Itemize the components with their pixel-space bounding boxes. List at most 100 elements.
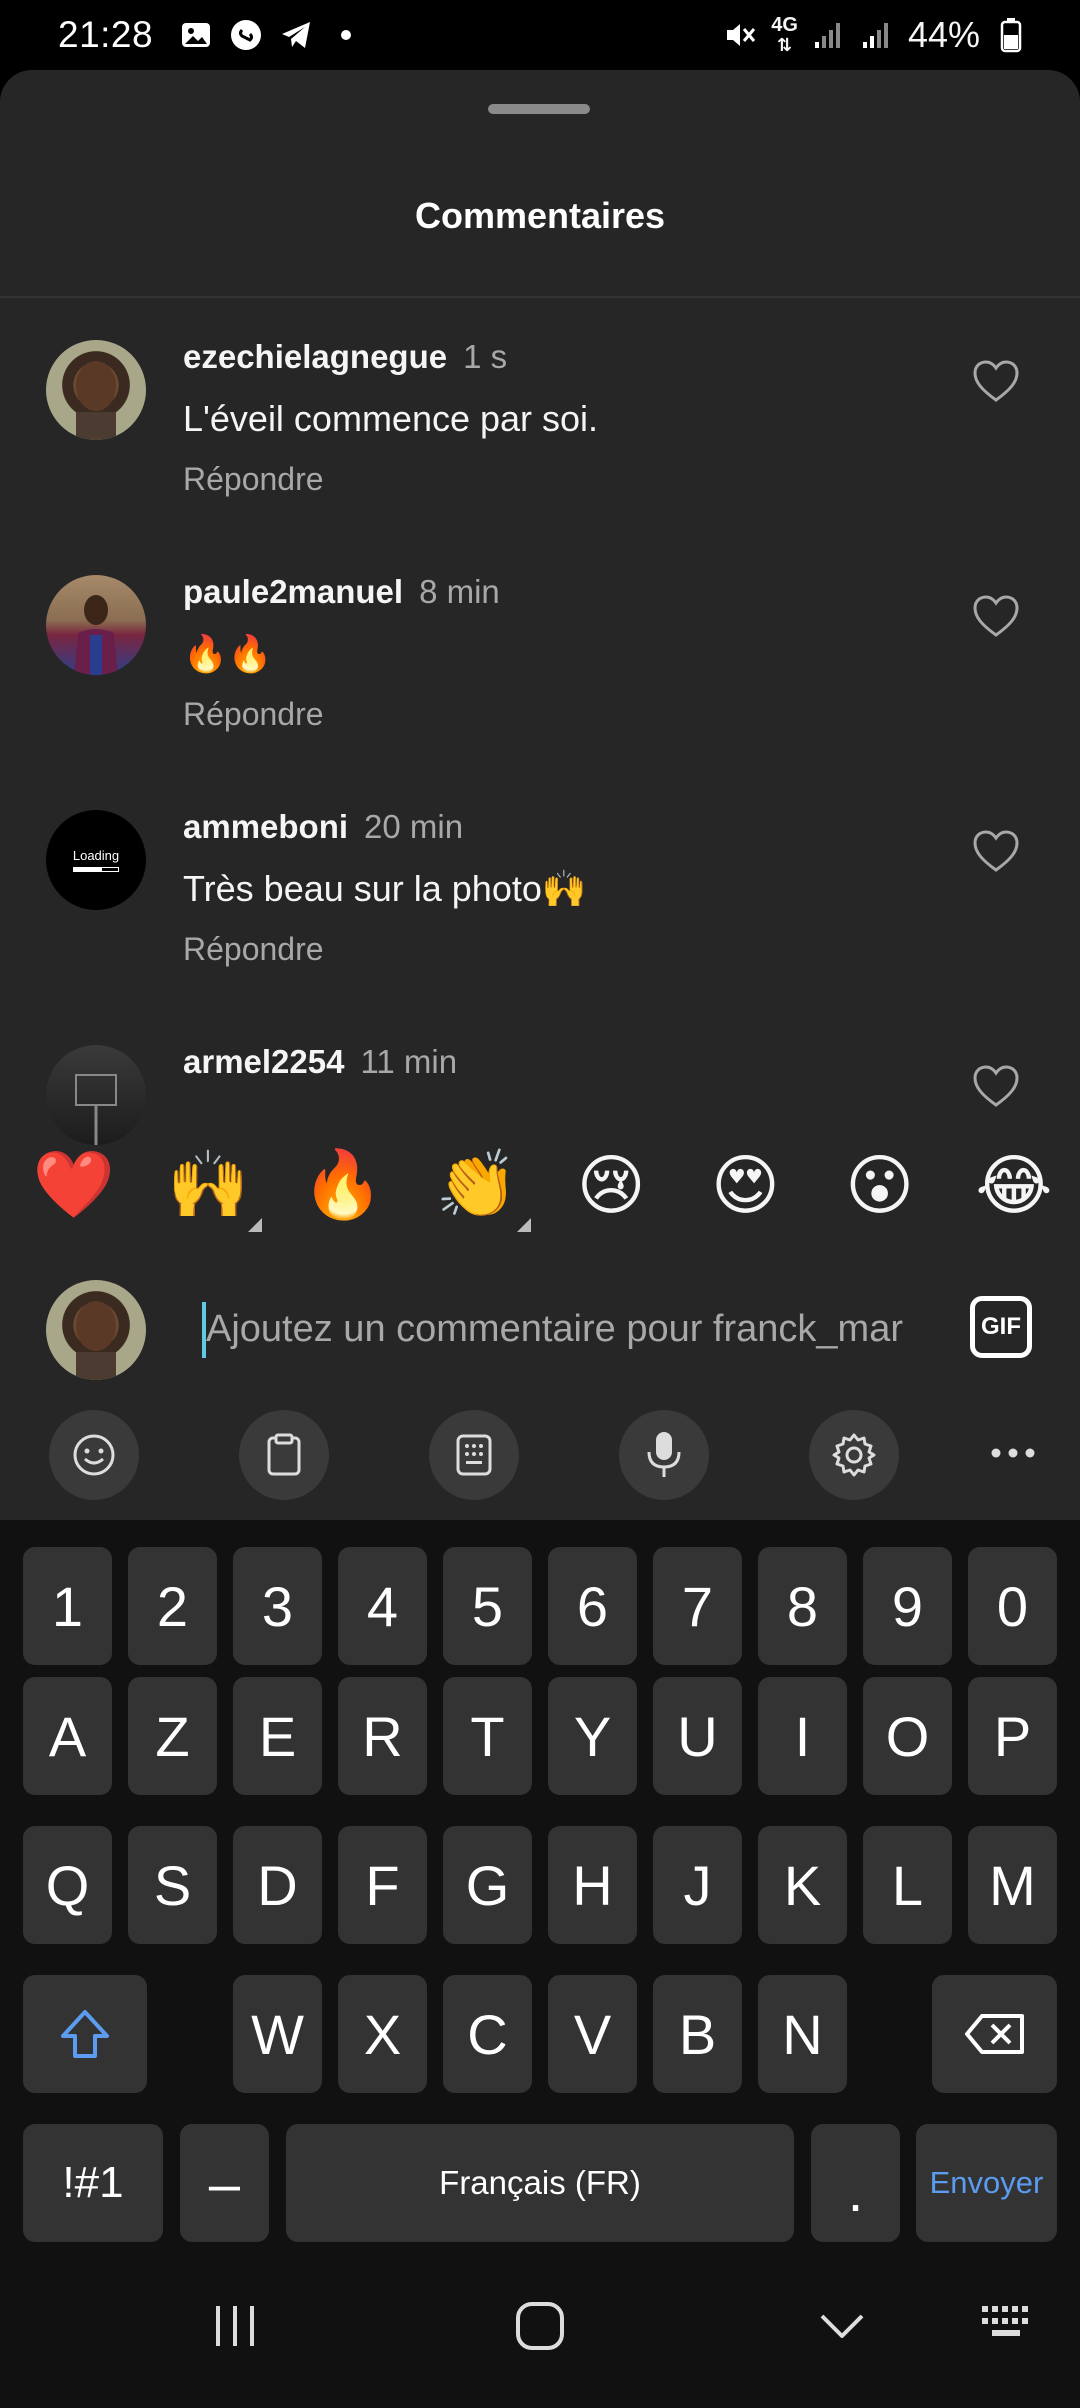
comments-sheet: Commentaires ezechielagnegue 1 s L'éveil … bbox=[0, 70, 1080, 1520]
key-n[interactable]: N bbox=[758, 1975, 847, 2093]
key-l[interactable]: L bbox=[863, 1826, 952, 1944]
comment-input[interactable]: Ajoutez un commentaire pour franck_mar bbox=[206, 1308, 903, 1351]
comment-text: 🔥🔥 bbox=[183, 633, 273, 674]
key-t[interactable]: T bbox=[443, 1677, 532, 1795]
emoji-surprised[interactable]: 😮 bbox=[836, 1147, 924, 1224]
key-j[interactable]: J bbox=[653, 1826, 742, 1944]
key-9[interactable]: 9 bbox=[863, 1547, 952, 1665]
microphone-icon[interactable] bbox=[619, 1410, 709, 1500]
key-3[interactable]: 3 bbox=[233, 1547, 322, 1665]
key-o[interactable]: O bbox=[863, 1677, 952, 1795]
shift-arrow-icon bbox=[61, 2010, 109, 2058]
key-8[interactable]: 8 bbox=[758, 1547, 847, 1665]
battery-icon bbox=[994, 18, 1028, 53]
key-6[interactable]: 6 bbox=[548, 1547, 637, 1665]
key-a[interactable]: A bbox=[23, 1677, 112, 1795]
keyboard-hide-icon[interactable] bbox=[980, 2304, 1036, 2349]
space-key[interactable]: Français (FR) bbox=[286, 2124, 794, 2242]
heart-icon[interactable] bbox=[972, 1065, 1020, 1109]
variant-indicator-icon bbox=[248, 1218, 263, 1232]
emoji-heart-eyes[interactable]: 😍 bbox=[701, 1147, 789, 1224]
key-m[interactable]: M bbox=[968, 1826, 1057, 1944]
key-b[interactable]: B bbox=[653, 1975, 742, 2093]
drag-handle[interactable] bbox=[488, 104, 590, 114]
key-e[interactable]: E bbox=[233, 1677, 322, 1795]
backspace-key[interactable] bbox=[932, 1975, 1057, 2093]
period-key[interactable]: . bbox=[811, 2124, 900, 2242]
comment-text: Très beau sur la photo🙌 bbox=[183, 868, 587, 909]
key-w[interactable]: W bbox=[233, 1975, 322, 2093]
gif-button[interactable]: GIF bbox=[970, 1296, 1032, 1358]
reply-button[interactable]: Répondre bbox=[183, 931, 324, 968]
avatar[interactable] bbox=[46, 340, 146, 440]
key-x[interactable]: X bbox=[338, 1975, 427, 2093]
avatar[interactable] bbox=[46, 575, 146, 675]
send-key[interactable]: Envoyer bbox=[916, 2124, 1057, 2242]
key-5[interactable]: 5 bbox=[443, 1547, 532, 1665]
heart-icon[interactable] bbox=[972, 830, 1020, 874]
key-p[interactable]: P bbox=[968, 1677, 1057, 1795]
comment-time: 8 min bbox=[419, 573, 500, 610]
heart-icon[interactable] bbox=[972, 360, 1020, 404]
comment-time: 1 s bbox=[463, 338, 508, 375]
key-r[interactable]: R bbox=[338, 1677, 427, 1795]
status-time: 21:28 bbox=[58, 14, 154, 55]
comment-username[interactable]: paule2manuel 8 min bbox=[183, 573, 500, 611]
emoji-keyboard-icon[interactable] bbox=[49, 1410, 139, 1500]
key-k[interactable]: K bbox=[758, 1826, 847, 1944]
heart-icon[interactable] bbox=[972, 595, 1020, 639]
keyboard-toolbar bbox=[0, 1392, 1080, 1520]
emoji-laughing[interactable]: 😂 bbox=[970, 1147, 1058, 1224]
comment-username[interactable]: armel2254 11 min bbox=[183, 1043, 457, 1081]
reply-button[interactable]: Répondre bbox=[183, 461, 324, 498]
emoji-fire[interactable]: 🔥 bbox=[299, 1146, 387, 1224]
emoji-heart[interactable]: ❤️ bbox=[30, 1146, 118, 1224]
key-s[interactable]: S bbox=[128, 1826, 217, 1944]
key-q[interactable]: Q bbox=[23, 1826, 112, 1944]
emoji-clapping[interactable]: 👏 bbox=[433, 1146, 531, 1232]
clipboard-icon[interactable] bbox=[239, 1410, 329, 1500]
chevron-down-icon[interactable] bbox=[814, 2298, 870, 2359]
reply-button[interactable]: Répondre bbox=[183, 696, 324, 733]
key-c[interactable]: C bbox=[443, 1975, 532, 2093]
battery-percent: 44% bbox=[907, 14, 980, 55]
key-d[interactable]: D bbox=[233, 1826, 322, 1944]
keyboard-mode-icon[interactable] bbox=[429, 1410, 519, 1500]
key-7[interactable]: 7 bbox=[653, 1547, 742, 1665]
comment-username[interactable]: ezechielagnegue 1 s bbox=[183, 338, 507, 376]
key-2[interactable]: 2 bbox=[128, 1547, 217, 1665]
emoji-reaction-bar: ❤️ 🙌 🔥 👏 😢 😍 😮 😂 bbox=[0, 1110, 1080, 1260]
key-f[interactable]: F bbox=[338, 1826, 427, 1944]
more-notifications-dot-icon bbox=[329, 18, 363, 52]
comment-text: L'éveil commence par soi. bbox=[183, 398, 599, 439]
key-h[interactable]: H bbox=[548, 1826, 637, 1944]
key-i[interactable]: I bbox=[758, 1677, 847, 1795]
variant-indicator-icon bbox=[516, 1218, 531, 1232]
dash-key[interactable]: – bbox=[180, 2124, 269, 2242]
comment-item: ezechielagnegue 1 s L'éveil commence par … bbox=[0, 298, 1080, 533]
key-v[interactable]: V bbox=[548, 1975, 637, 2093]
symbols-key[interactable]: !#1 bbox=[23, 2124, 163, 2242]
avatar-loading-bar bbox=[73, 867, 119, 872]
home-icon[interactable] bbox=[512, 2298, 568, 2359]
keyboard: 1 2 3 4 5 6 7 8 9 0 A Z E R T Y U I O P … bbox=[0, 1520, 1080, 2256]
key-1[interactable]: 1 bbox=[23, 1547, 112, 1665]
comment-item: Loading ammeboni 20 min Très beau sur la … bbox=[0, 768, 1080, 1003]
navigation-bar bbox=[0, 2256, 1080, 2408]
comment-list[interactable]: ezechielagnegue 1 s L'éveil commence par … bbox=[0, 298, 1080, 1180]
emoji-crying[interactable]: 😢 bbox=[567, 1147, 655, 1224]
key-y[interactable]: Y bbox=[548, 1677, 637, 1795]
key-u[interactable]: U bbox=[653, 1677, 742, 1795]
avatar[interactable]: Loading bbox=[46, 810, 146, 910]
more-options-icon[interactable] bbox=[990, 1446, 1036, 1464]
key-z[interactable]: Z bbox=[128, 1677, 217, 1795]
key-0[interactable]: 0 bbox=[968, 1547, 1057, 1665]
shift-key[interactable] bbox=[23, 1975, 147, 2093]
settings-gear-icon[interactable] bbox=[809, 1410, 899, 1500]
comment-username[interactable]: ammeboni 20 min bbox=[183, 808, 463, 846]
key-g[interactable]: G bbox=[443, 1826, 532, 1944]
emoji-raising-hands[interactable]: 🙌 bbox=[164, 1146, 263, 1232]
my-avatar bbox=[46, 1280, 146, 1380]
recent-apps-icon[interactable] bbox=[210, 2298, 260, 2359]
key-4[interactable]: 4 bbox=[338, 1547, 427, 1665]
